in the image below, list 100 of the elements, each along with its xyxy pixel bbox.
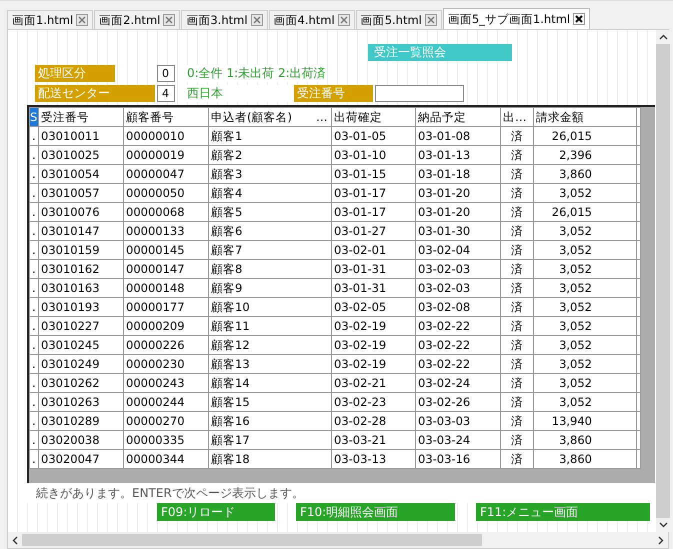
- table-cell: 00000050: [124, 184, 208, 202]
- vertical-scrollbar[interactable]: [656, 30, 670, 532]
- close-icon[interactable]: [573, 13, 586, 25]
- table-cell: 03-02-03: [416, 278, 500, 298]
- table-cell: 03-01-13: [416, 146, 500, 164]
- tab[interactable]: 画面1.html: [7, 10, 94, 29]
- table-cell: 03-02-22: [416, 336, 500, 354]
- table-cell: 済: [500, 336, 534, 354]
- table-cell: 03010054: [38, 164, 124, 184]
- column-header[interactable]: S: [30, 108, 38, 126]
- input-field[interactable]: 4: [157, 85, 175, 102]
- table-cell: 00000344: [124, 450, 208, 468]
- table-cell: 済: [500, 450, 534, 468]
- field-label: 受注番号: [294, 85, 373, 102]
- table-cell: 顧客15: [208, 392, 332, 412]
- column-header[interactable]: 申込者(顧客名) …: [208, 108, 332, 126]
- table-cell: 03-02-26: [416, 392, 500, 412]
- table-cell: 03-02-05: [332, 298, 416, 316]
- table-cell: .: [30, 298, 38, 316]
- table-cell: 顧客6: [208, 222, 332, 240]
- table-cell: 済: [500, 354, 534, 374]
- input-field[interactable]: [375, 85, 464, 102]
- table-cell: 00000335: [124, 430, 208, 450]
- table-cell: 2,396: [534, 146, 636, 164]
- table-cell: 03-01-30: [416, 222, 500, 240]
- horizontal-scrollbar[interactable]: [8, 532, 668, 548]
- table-cell: .: [30, 222, 38, 240]
- table-cell: 3,052: [534, 222, 636, 240]
- table-cell: .: [30, 278, 38, 298]
- table-cell: 26,015: [534, 202, 636, 222]
- table-cell: 03-03-21: [332, 430, 416, 450]
- table-cell: 顧客12: [208, 336, 332, 354]
- table-cell: 03010289: [38, 412, 124, 430]
- table-cell: 03-03-24: [416, 430, 500, 450]
- table-cell: 03010227: [38, 316, 124, 336]
- table-cell: 3,052: [534, 354, 636, 374]
- table-cell: 03-01-27: [332, 222, 416, 240]
- table-cell: 03020047: [38, 450, 124, 468]
- tab[interactable]: 画面5.html: [356, 10, 442, 29]
- table-cell: 03-02-04: [416, 240, 500, 260]
- table-cell: .: [30, 202, 38, 222]
- table-cell: 済: [500, 240, 534, 260]
- table-cell: 03-02-24: [416, 374, 500, 392]
- table-cell: 済: [500, 222, 534, 240]
- column-header[interactable]: 顧客番号: [124, 108, 208, 126]
- table-cell: 03-02-19: [332, 354, 416, 374]
- table-cell: 03-01-31: [332, 260, 416, 278]
- table-cell: 顧客18: [208, 450, 332, 468]
- column-header[interactable]: 請求金額: [534, 108, 636, 126]
- table-cell: 済: [500, 412, 534, 430]
- table-cell: 顧客1: [208, 126, 332, 146]
- table-cell: 顧客17: [208, 430, 332, 450]
- table-cell: 03010163: [38, 278, 124, 298]
- table-cell: 3,052: [534, 316, 636, 336]
- table-cell: 03-01-31: [332, 278, 416, 298]
- table-cell: .: [30, 430, 38, 450]
- table-cell: 03-02-03: [416, 260, 500, 278]
- table-cell: 03010057: [38, 184, 124, 202]
- field-label: 配送センター: [35, 85, 155, 102]
- table-cell: 顧客14: [208, 374, 332, 392]
- column-header[interactable]: 出荷確定: [332, 108, 416, 126]
- table-cell: 00000068: [124, 202, 208, 222]
- table-cell: 済: [500, 298, 534, 316]
- table-cell: 3,052: [534, 240, 636, 260]
- table-cell: 03-02-23: [332, 392, 416, 412]
- tab[interactable]: 画面2.html: [94, 10, 180, 29]
- column-header[interactable]: 納品予定: [416, 108, 500, 126]
- table-cell: 03-02-22: [416, 354, 500, 374]
- table-cell: 03-01-05: [332, 126, 416, 146]
- table-cell: 03-01-15: [332, 164, 416, 184]
- column-header[interactable]: 出…: [500, 108, 534, 126]
- table-cell: 00000148: [124, 278, 208, 298]
- table-cell: .: [30, 240, 38, 260]
- table-cell: 3,052: [534, 298, 636, 316]
- table-cell: 00000010: [124, 126, 208, 146]
- table-cell: 03010147: [38, 222, 124, 240]
- table-cell: 13,940: [534, 412, 636, 430]
- table-cell: 顧客9: [208, 278, 332, 298]
- table-cell: 顧客10: [208, 298, 332, 316]
- input-field[interactable]: 0: [157, 65, 175, 82]
- table-cell: .: [30, 354, 38, 374]
- field-label: 処理区分: [35, 65, 115, 82]
- column-header[interactable]: 受注番号: [38, 108, 124, 126]
- tab[interactable]: 画面4.html: [268, 10, 355, 29]
- table-cell: 顧客2: [208, 146, 332, 164]
- tab[interactable]: 画面3.html: [181, 10, 268, 29]
- table-cell: 03-02-08: [416, 298, 500, 316]
- table-cell: 03-01-18: [416, 164, 500, 184]
- table-cell: 3,860: [534, 164, 636, 184]
- table-cell: 00000145: [124, 240, 208, 260]
- table-cell: 03010193: [38, 298, 124, 316]
- table-cell: 03-01-20: [416, 184, 500, 202]
- table-cell: 03-01-08: [416, 126, 500, 146]
- table-cell: 3,052: [534, 374, 636, 392]
- table-cell: 00000019: [124, 146, 208, 164]
- table-cell: .: [30, 260, 38, 278]
- table-cell: 済: [500, 202, 534, 222]
- table-cell: 顧客3: [208, 164, 332, 184]
- tab[interactable]: 画面5_サブ画面1.html: [442, 8, 590, 29]
- table-cell: 00000243: [124, 374, 208, 392]
